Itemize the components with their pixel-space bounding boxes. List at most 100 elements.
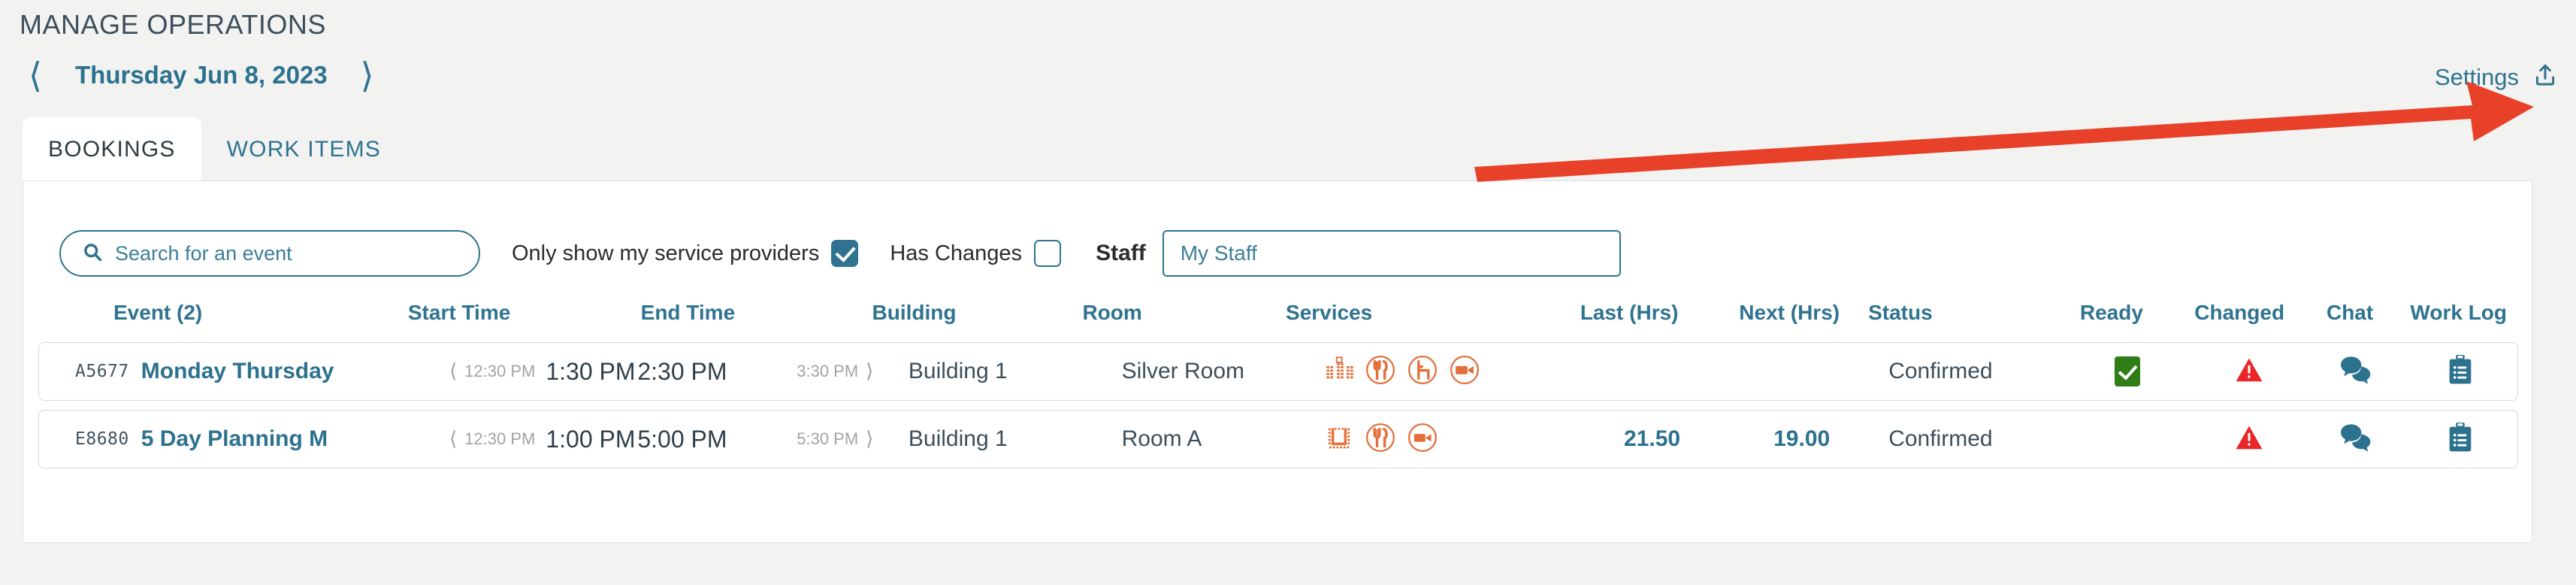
u-shape-seating-icon[interactable]	[1324, 423, 1354, 456]
setup-time-cell: ⟨ 12:30 PM	[394, 360, 536, 383]
warning-triangle-icon[interactable]	[2235, 425, 2263, 454]
date-navigator: ⟨ Thursday Jun 8, 2023 ⟩	[15, 54, 388, 96]
end-time: 5:00 PM	[637, 425, 727, 453]
only-my-providers-checkbox[interactable]	[831, 240, 859, 267]
catering-icon[interactable]	[1365, 422, 1396, 457]
only-my-providers-label: Only show my service providers	[512, 241, 820, 265]
building-value: Building 1	[908, 359, 1008, 383]
furniture-chair-icon[interactable]	[1407, 354, 1438, 389]
tab-work-items[interactable]: WORK ITEMS	[201, 117, 407, 180]
col-header-end[interactable]: End Time	[641, 301, 872, 325]
catering-icon[interactable]	[1365, 354, 1396, 389]
col-header-status[interactable]: Status	[1840, 301, 2045, 325]
event-name-link[interactable]: Monday Thursday	[141, 359, 334, 384]
chat-bubbles-icon[interactable]	[2339, 423, 2372, 456]
col-header-chat[interactable]: Chat	[2301, 301, 2399, 325]
status-cell: Confirmed	[1860, 359, 2065, 384]
building-cell: Building 1	[898, 359, 1122, 384]
search-input[interactable]: Search for an event	[59, 230, 480, 277]
settings-area: Settings	[2435, 62, 2558, 92]
next-hrs-value: 19.00	[1773, 426, 1831, 451]
room-value: Silver Room	[1121, 359, 1244, 383]
end-time: 2:30 PM	[637, 357, 727, 385]
work-log-cell	[2402, 421, 2517, 456]
room-value: Room A	[1121, 426, 1202, 451]
setup-time: 12:30 PM	[464, 429, 536, 448]
teardown-time: 5:30 PM	[797, 429, 859, 448]
event-code: E8680	[75, 429, 129, 449]
setup-time: 12:30 PM	[464, 362, 536, 380]
chevron-right-icon[interactable]: ⟩	[347, 58, 388, 92]
col-header-last-hrs[interactable]: Last (Hrs)	[1475, 301, 1679, 325]
search-icon	[82, 241, 103, 266]
event-cell: A5677 Monday Thursday	[39, 359, 394, 384]
end-time-cell: 2:30 PM	[627, 358, 797, 386]
clipboard-icon[interactable]	[2449, 421, 2472, 456]
warning-triangle-icon[interactable]	[2235, 357, 2263, 386]
end-time-cell: 5:00 PM	[627, 426, 797, 453]
start-time: 1:30 PM	[546, 357, 636, 385]
staff-placeholder: My Staff	[1180, 241, 1257, 265]
has-changes-label: Has Changes	[890, 241, 1023, 265]
status-cell: Confirmed	[1860, 426, 2065, 452]
teardown-time: 3:30 PM	[797, 362, 859, 380]
theater-seating-icon[interactable]	[1324, 355, 1354, 389]
av-video-icon[interactable]	[1407, 422, 1438, 457]
changed-cell	[2191, 424, 2308, 455]
last-hrs-cell: 21.50	[1526, 426, 1712, 452]
table-header-row: Event (2) Start Time End Time Building R…	[38, 292, 2518, 333]
col-header-work-log[interactable]: Work Log	[2399, 301, 2518, 325]
col-header-next-hrs[interactable]: Next (Hrs)	[1679, 301, 1840, 325]
col-header-start[interactable]: Start Time	[408, 301, 641, 325]
event-cell: E8680 5 Day Planning M	[39, 426, 394, 452]
chat-cell	[2308, 355, 2403, 389]
status-badge: Confirmed	[1888, 426, 1993, 451]
manage-operations-page: MANAGE OPERATIONS ⟨ Thursday Jun 8, 2023…	[0, 0, 2576, 585]
services-cell	[1324, 422, 1526, 457]
chevron-left-icon[interactable]: ⟨	[15, 58, 56, 92]
teardown-time-cell: 3:30 PM ⟩	[797, 360, 898, 383]
chevron-right-icon: ⟩	[866, 428, 874, 450]
chat-bubbles-icon[interactable]	[2339, 356, 2372, 388]
status-badge: Confirmed	[1888, 359, 1993, 383]
settings-link[interactable]: Settings	[2435, 64, 2519, 91]
last-hrs-value: 21.50	[1623, 426, 1681, 451]
chevron-left-icon: ⟨	[449, 360, 458, 383]
col-header-changed[interactable]: Changed	[2178, 301, 2301, 325]
tab-bookings[interactable]: BOOKINGS	[23, 117, 201, 180]
room-cell: Silver Room	[1122, 359, 1324, 384]
col-header-room[interactable]: Room	[1082, 301, 1286, 325]
has-changes-checkbox[interactable]	[1034, 240, 1062, 267]
start-time-cell: 1:00 PM	[535, 426, 635, 453]
av-video-icon[interactable]	[1449, 354, 1480, 389]
chevron-right-icon: ⟩	[866, 360, 874, 383]
staff-input[interactable]: My Staff	[1162, 230, 1621, 277]
start-time-cell: 1:30 PM	[535, 358, 635, 386]
event-code: A5677	[75, 362, 129, 381]
services-cell	[1324, 354, 1526, 389]
building-value: Building 1	[908, 426, 1008, 451]
col-header-building[interactable]: Building	[872, 301, 1083, 325]
building-cell: Building 1	[898, 426, 1122, 452]
table-row[interactable]: E8680 5 Day Planning M ⟨ 12:30 PM 1:00 P…	[38, 410, 2518, 468]
start-time: 1:00 PM	[546, 425, 636, 453]
clipboard-icon[interactable]	[2449, 353, 2472, 388]
bookings-card: Search for an event Only show my service…	[23, 180, 2532, 543]
col-header-event[interactable]: Event (2)	[38, 301, 408, 325]
upload-share-icon[interactable]	[2532, 62, 2558, 92]
col-header-ready[interactable]: Ready	[2045, 301, 2178, 325]
chat-cell	[2308, 423, 2403, 456]
filter-bar: Search for an event Only show my service…	[59, 226, 1621, 280]
next-hrs-cell: 19.00	[1712, 426, 1860, 452]
ready-cell	[2065, 356, 2190, 386]
ready-check-icon[interactable]	[2115, 356, 2141, 386]
search-placeholder: Search for an event	[115, 241, 292, 265]
table-row[interactable]: A5677 Monday Thursday ⟨ 12:30 PM 1:30 PM…	[38, 342, 2518, 401]
current-date-label[interactable]: Thursday Jun 8, 2023	[56, 61, 347, 89]
col-header-services[interactable]: Services	[1286, 301, 1475, 325]
setup-time-cell: ⟨ 12:30 PM	[394, 428, 536, 450]
bookings-table: Event (2) Start Time End Time Building R…	[23, 292, 2532, 468]
page-title: MANAGE OPERATIONS	[20, 9, 326, 40]
changed-cell	[2191, 356, 2308, 387]
event-name-link[interactable]: 5 Day Planning M	[141, 426, 328, 452]
